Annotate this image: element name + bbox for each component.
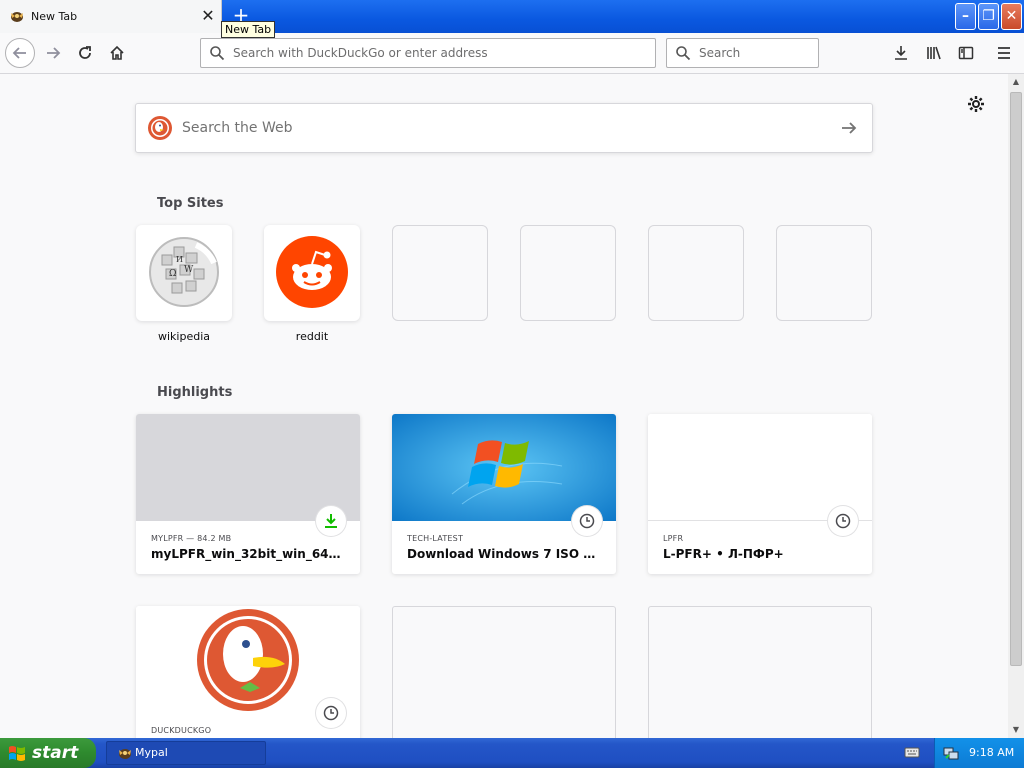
tab-strip: New Tab ✕ + – ❐ ✕ bbox=[0, 0, 1024, 33]
system-tray: 9:18 AM bbox=[934, 738, 1024, 768]
download-icon bbox=[895, 46, 907, 60]
navigation-toolbar: Search with DuckDuckGo or enter address … bbox=[0, 33, 1024, 74]
address-bar[interactable]: Search with DuckDuckGo or enter address bbox=[200, 38, 656, 68]
home-icon bbox=[110, 45, 124, 60]
page-scrollbar[interactable]: ▲ ▼ bbox=[1008, 74, 1024, 738]
start-label: start bbox=[32, 743, 79, 763]
highlights-heading: Highlights bbox=[157, 385, 233, 400]
svg-text:W: W bbox=[184, 265, 194, 275]
tab-close-icon[interactable]: ✕ bbox=[198, 6, 218, 26]
card-context: LPFR bbox=[663, 534, 684, 543]
clock-icon bbox=[835, 513, 851, 529]
clock-badge bbox=[572, 506, 602, 536]
highlight-card-empty bbox=[648, 606, 872, 738]
sidebar-icon bbox=[958, 46, 974, 60]
svg-text:Ω: Ω bbox=[169, 269, 176, 279]
search-icon bbox=[210, 46, 225, 61]
hamburger-menu-icon bbox=[998, 47, 1010, 59]
clock: 9:18 AM bbox=[969, 746, 1015, 759]
arrow-left-icon bbox=[12, 47, 26, 59]
top-site-empty[interactable] bbox=[648, 225, 744, 321]
svg-text:И: И bbox=[176, 255, 183, 264]
card-context: MYLPFR — 84.2 MB bbox=[151, 534, 232, 543]
minimize-button[interactable]: – bbox=[955, 3, 976, 30]
library-icon bbox=[927, 46, 941, 60]
forward-button[interactable] bbox=[38, 38, 68, 68]
reload-button[interactable] bbox=[70, 38, 100, 68]
clock-badge bbox=[828, 506, 858, 536]
taskbar-item-mypal[interactable]: Mypal bbox=[106, 741, 266, 765]
highlight-card[interactable]: DUCKDUCKGO bbox=[136, 606, 360, 738]
card-title: myLPFR_win_32bit_win_64bit.msi bbox=[151, 547, 347, 561]
taskbar-item-label: Mypal bbox=[135, 746, 168, 759]
reddit-alien-icon bbox=[276, 236, 348, 308]
network-icon[interactable] bbox=[943, 745, 959, 761]
card-thumbnail bbox=[136, 414, 360, 521]
highlight-card-empty bbox=[392, 606, 616, 738]
windows-flag-icon bbox=[9, 746, 25, 761]
back-button[interactable] bbox=[5, 38, 35, 68]
clock-icon bbox=[323, 705, 339, 721]
top-site-empty[interactable] bbox=[776, 225, 872, 321]
top-site-label: reddit bbox=[295, 330, 329, 343]
mypal-app-icon bbox=[119, 749, 131, 759]
sidebar-button[interactable] bbox=[951, 38, 981, 68]
search-box[interactable]: Search bbox=[666, 38, 819, 68]
gear-icon[interactable] bbox=[966, 94, 986, 114]
clock-icon bbox=[579, 513, 595, 529]
address-placeholder: Search with DuckDuckGo or enter address bbox=[233, 46, 488, 60]
downloads-button[interactable] bbox=[886, 38, 916, 68]
search-placeholder: Search bbox=[699, 46, 741, 60]
wikipedia-globe-icon: Ω WИ bbox=[149, 237, 219, 307]
web-search-box[interactable]: Search the Web bbox=[135, 103, 873, 153]
highlight-card[interactable]: MYLPFR — 84.2 MB myLPFR_win_32bit_win_64… bbox=[136, 414, 360, 574]
top-sites-heading: Top Sites bbox=[157, 196, 224, 211]
reload-icon bbox=[79, 46, 91, 59]
tab-title: New Tab bbox=[31, 10, 78, 23]
scrollbar-thumb[interactable] bbox=[1010, 92, 1022, 666]
card-title: L-PFR+ • Л-ПФР+ bbox=[663, 547, 784, 561]
tab-new-tab[interactable]: New Tab ✕ bbox=[0, 0, 222, 33]
close-window-button[interactable]: ✕ bbox=[1001, 3, 1022, 30]
arrow-right-icon[interactable] bbox=[839, 118, 859, 138]
clock-badge bbox=[316, 698, 346, 728]
card-thumbnail bbox=[648, 414, 872, 521]
home-button[interactable] bbox=[102, 38, 132, 68]
keyboard-icon[interactable] bbox=[904, 745, 920, 759]
top-site-reddit[interactable] bbox=[264, 225, 360, 321]
duckduckgo-thumbnail bbox=[136, 606, 360, 713]
start-button[interactable]: start bbox=[0, 738, 96, 768]
windows7-thumbnail bbox=[392, 414, 616, 521]
library-button[interactable] bbox=[919, 38, 949, 68]
new-tab-tooltip: New Tab bbox=[221, 21, 276, 38]
menu-button[interactable] bbox=[989, 38, 1019, 68]
windows-taskbar: start Mypal 9:18 AM bbox=[0, 738, 1024, 768]
download-icon bbox=[325, 514, 337, 528]
highlight-card[interactable]: TECH-LATEST Download Windows 7 ISO File … bbox=[392, 414, 616, 574]
highlight-card[interactable]: LPFR L-PFR+ • Л-ПФР+ bbox=[648, 414, 872, 574]
top-site-empty[interactable] bbox=[520, 225, 616, 321]
arrow-right-icon bbox=[47, 47, 61, 59]
scroll-down-icon[interactable]: ▼ bbox=[1008, 722, 1024, 738]
scroll-up-icon[interactable]: ▲ bbox=[1008, 74, 1024, 90]
top-site-empty[interactable] bbox=[392, 225, 488, 321]
card-context: TECH-LATEST bbox=[407, 534, 464, 543]
duckduckgo-logo-icon bbox=[148, 116, 172, 140]
mypal-favicon-icon bbox=[11, 12, 23, 22]
card-context: DUCKDUCKGO bbox=[151, 726, 212, 735]
search-icon bbox=[676, 46, 691, 61]
web-search-placeholder: Search the Web bbox=[182, 120, 293, 136]
top-site-label: wikipedia bbox=[157, 330, 210, 343]
download-badge bbox=[316, 506, 346, 536]
new-tab-page: Search the Web Top Sites ΩWИ wikipedia r… bbox=[0, 74, 1008, 738]
restore-button[interactable]: ❐ bbox=[978, 3, 999, 30]
top-site-wikipedia[interactable]: ΩWИ bbox=[136, 225, 232, 321]
card-title: Download Windows 7 ISO File (U... bbox=[407, 547, 603, 561]
